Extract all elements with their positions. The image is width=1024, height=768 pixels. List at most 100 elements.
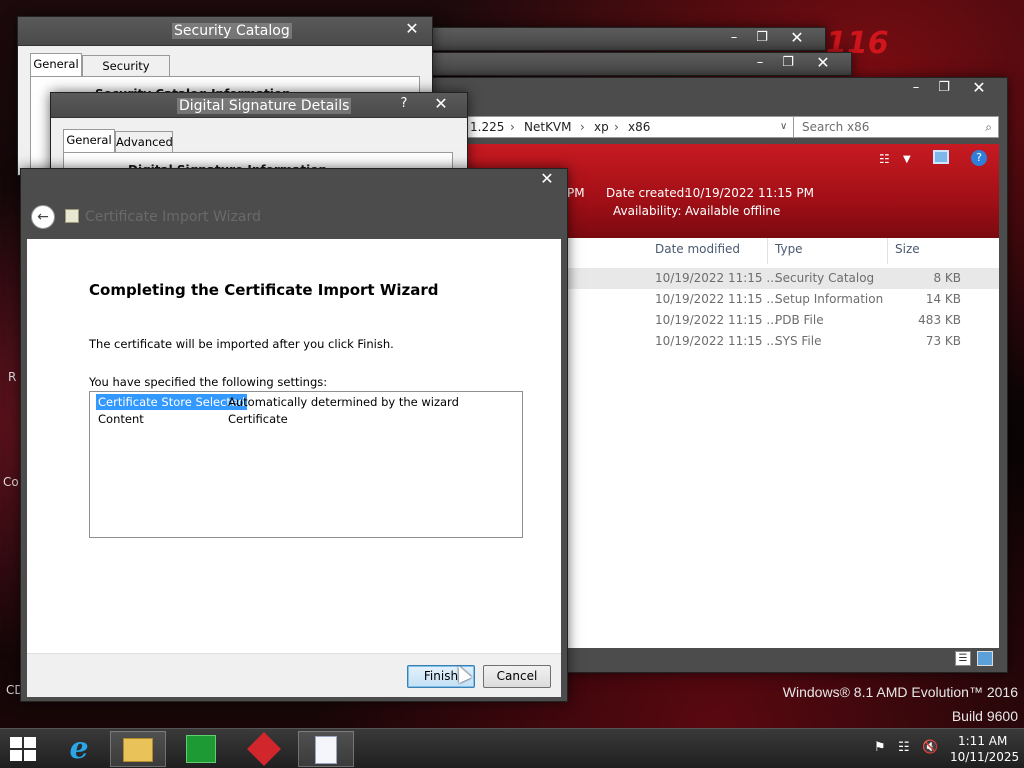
view-options-icon[interactable]: ☷ [879, 152, 890, 166]
taskbar: e ⚑ ☷ 🔇 1:11 AM 10/11/2025 [0, 728, 1024, 768]
minimize-button[interactable]: – [903, 78, 929, 98]
chevron-down-icon[interactable]: ∨ [780, 117, 787, 137]
tab-security-catalog[interactable]: Security Catalog [82, 55, 170, 93]
back-button[interactable]: ← [31, 205, 55, 229]
document-icon [315, 736, 337, 764]
setting-name: Certificate Store Selected [96, 394, 248, 410]
breadcrumb-part[interactable]: xp [594, 117, 609, 137]
column-header-date[interactable]: Date modified [655, 242, 740, 256]
close-button[interactable]: ✕ [777, 28, 817, 48]
status-bar: ☰ [567, 648, 999, 670]
breadcrumb-part[interactable]: x86 [628, 117, 650, 137]
taskbar-app[interactable] [238, 731, 294, 767]
column-divider [887, 238, 888, 264]
breadcrumb-separator-icon: › [580, 120, 585, 134]
cancel-button[interactable]: Cancel [483, 665, 551, 688]
minimize-button[interactable]: – [721, 28, 747, 48]
breadcrumb-separator-icon: › [614, 120, 619, 134]
breadcrumb-part[interactable]: 1.225 [470, 117, 504, 137]
detail-availability-label: Availability: [613, 204, 682, 218]
help-icon[interactable]: ? [971, 150, 987, 166]
detail-modified-label: PM [567, 186, 585, 200]
windows-watermark: Windows® 8.1 AMD Evolution™ 2016 [782, 684, 1018, 700]
row-size: 8 KB [933, 271, 961, 285]
column-header-size[interactable]: Size [895, 242, 920, 256]
close-button[interactable]: ✕ [959, 78, 999, 98]
list-item[interactable]: Content Certificate [94, 411, 514, 427]
column-divider [767, 238, 768, 264]
clock-time[interactable]: 1:11 AM [958, 734, 1007, 748]
row-type: Security Catalog [775, 271, 875, 285]
row-date: 10/19/2022 11:15 ... [655, 271, 778, 285]
desktop-edge-label-2: Co [3, 475, 19, 489]
table-row[interactable]: 10/19/2022 11:15 ... Setup Information 1… [567, 289, 999, 310]
taskbar-file-explorer[interactable] [110, 731, 166, 767]
titlebar: Security Catalog ✕ [18, 17, 432, 45]
taskbar-internet-explorer[interactable]: e [52, 731, 108, 767]
red-cube-app-icon [247, 732, 281, 766]
wizard-title: Certificate Import Wizard [85, 209, 261, 225]
preview-pane-icon[interactable] [933, 150, 949, 164]
network-icon[interactable]: ☷ [898, 740, 910, 755]
certificate-import-wizard: ✕ ← Certificate Import Wizard Completing… [20, 168, 568, 702]
wizard-content: Completing the Certificate Import Wizard… [27, 239, 561, 653]
search-icon[interactable]: ⌕ [985, 117, 992, 137]
build-watermark: Build 9600 [951, 708, 1018, 724]
large-icons-view-icon[interactable] [977, 651, 993, 666]
row-date: 10/19/2022 11:15 ... [655, 292, 778, 306]
row-type: Setup Information [775, 292, 884, 306]
clock-date[interactable]: 10/11/2025 [950, 750, 1019, 764]
setting-name: Content [98, 412, 144, 426]
page-heading: Completing the Certificate Import Wizard [89, 281, 439, 299]
close-button[interactable]: ✕ [392, 19, 432, 39]
titlebar: Digital Signature Details ? ✕ [51, 93, 467, 117]
close-button[interactable]: ✕ [527, 169, 567, 189]
minimize-button[interactable]: – [747, 53, 773, 73]
row-type: PDB File [775, 313, 824, 327]
row-date: 10/19/2022 11:15 ... [655, 313, 778, 327]
search-input[interactable]: Search x86 [802, 117, 869, 137]
settings-label: You have specified the following setting… [89, 375, 328, 389]
detail-created-label: Date created: [606, 186, 689, 200]
tab-general[interactable]: General [30, 53, 82, 77]
restore-button[interactable]: ❐ [931, 78, 957, 98]
table-row[interactable]: 10/19/2022 11:15 ... PDB File 483 KB [567, 310, 999, 331]
close-button[interactable]: ✕ [421, 94, 461, 114]
completion-message: The certificate will be imported after y… [89, 337, 394, 351]
address-bar[interactable]: 1.225 › NetKVM › xp › x86 ∨ ↻ [465, 116, 819, 138]
taskbar-document[interactable] [298, 731, 354, 767]
background-window-2[interactable]: – ❐ ✕ [430, 52, 852, 76]
window-title: Security Catalog [172, 23, 292, 39]
table-row[interactable]: 10/19/2022 11:15 ... SYS File 73 KB [567, 331, 999, 352]
detail-created-value: 10/19/2022 11:15 PM [685, 186, 814, 200]
tab-advanced[interactable]: Advanced [115, 131, 173, 153]
search-box[interactable]: Search x86 ⌕ [793, 116, 999, 138]
volume-muted-icon[interactable]: 🔇 [922, 740, 938, 755]
window-title: Digital Signature Details [177, 98, 352, 114]
background-window-1[interactable]: – ❐ ✕ [430, 27, 826, 51]
wizard-footer: Finish Cancel [27, 653, 561, 697]
store-icon [186, 735, 216, 763]
chevron-down-icon[interactable]: ▼ [903, 154, 911, 165]
settings-list[interactable]: Certificate Store Selected Automatically… [89, 391, 523, 538]
breadcrumb-part[interactable]: NetKVM [524, 117, 572, 137]
column-header-type[interactable]: Type [775, 242, 803, 256]
file-list: Date modified Type Size 10/19/2022 11:15… [567, 238, 999, 648]
tab-general[interactable]: General [63, 129, 115, 153]
internet-explorer-icon: e [69, 731, 89, 766]
start-button[interactable] [8, 735, 38, 763]
desktop-edge-label-1: R [8, 370, 17, 384]
row-date: 10/19/2022 11:15 ... [655, 334, 778, 348]
taskbar-store[interactable] [174, 731, 230, 767]
table-row[interactable]: 10/19/2022 11:15 ... Security Catalog 8 … [567, 268, 999, 289]
windows-logo-icon [10, 737, 36, 761]
restore-button[interactable]: ❐ [749, 28, 775, 48]
restore-button[interactable]: ❐ [775, 53, 801, 73]
details-view-icon[interactable]: ☰ [955, 651, 971, 666]
action-center-flag-icon[interactable]: ⚑ [874, 740, 886, 755]
list-item[interactable]: Certificate Store Selected Automatically… [94, 394, 514, 410]
folder-icon [123, 738, 153, 762]
row-type: SYS File [775, 334, 822, 348]
help-button[interactable]: ? [391, 94, 417, 114]
close-button[interactable]: ✕ [803, 53, 843, 73]
